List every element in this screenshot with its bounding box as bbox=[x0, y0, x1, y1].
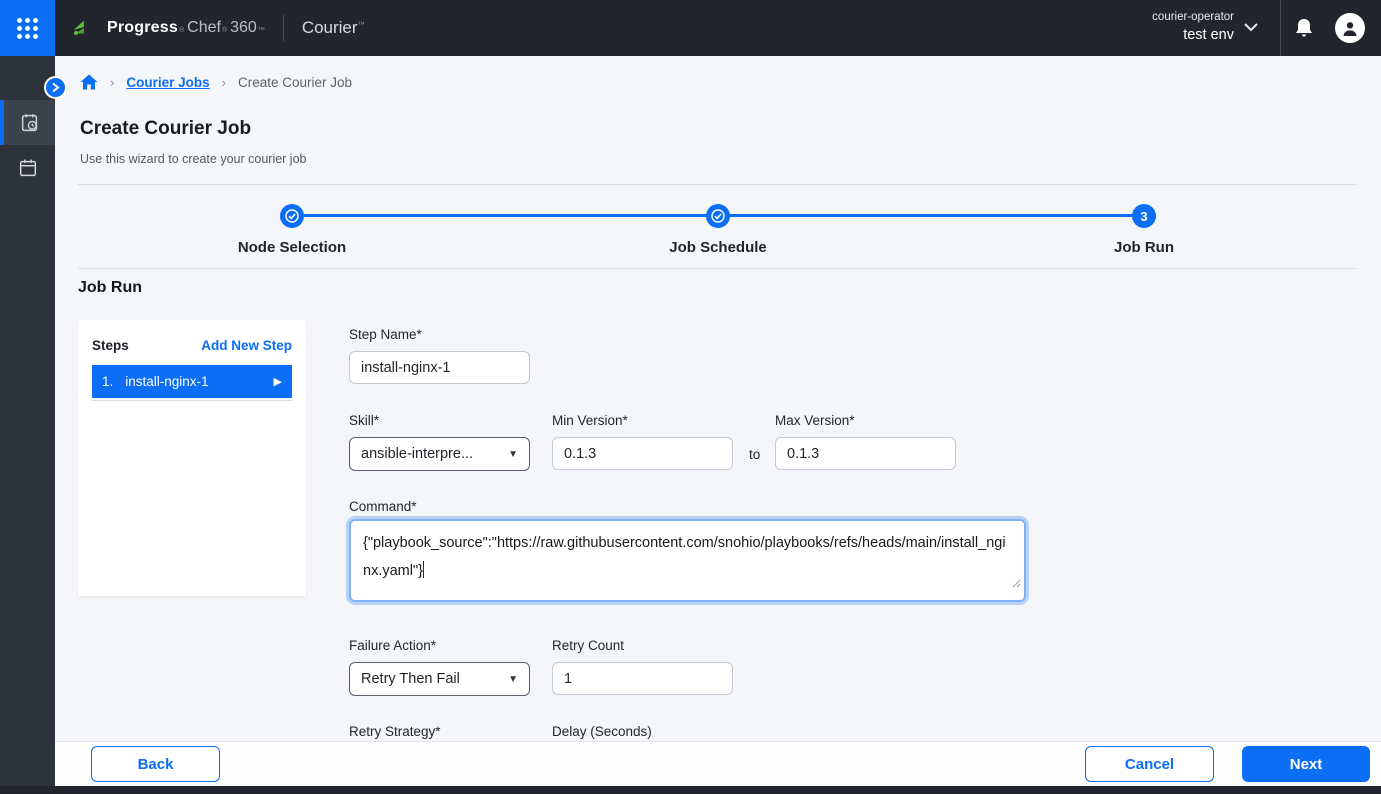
step-label-job-schedule: Job Schedule bbox=[618, 239, 818, 256]
brand-logo bbox=[71, 17, 93, 39]
step-list-item[interactable]: 1. install-nginx-1 ▶ bbox=[92, 365, 292, 398]
max-version-label: Max Version* bbox=[775, 413, 855, 428]
brand-progress: Progress bbox=[107, 19, 178, 37]
text-cursor bbox=[423, 561, 425, 578]
step-job-schedule[interactable] bbox=[706, 204, 730, 228]
breadcrumb-courier-jobs[interactable]: Courier Jobs bbox=[126, 75, 209, 90]
failure-action-label: Failure Action* bbox=[349, 638, 436, 653]
divider bbox=[78, 268, 1357, 269]
cancel-button[interactable]: Cancel bbox=[1085, 746, 1214, 782]
step-item-index: 1. bbox=[102, 374, 113, 389]
check-circle-icon bbox=[285, 209, 299, 223]
breadcrumb: › Courier Jobs › Create Courier Job bbox=[80, 74, 352, 90]
retry-count-label: Retry Count bbox=[552, 638, 624, 653]
step-name-label: Step Name* bbox=[349, 327, 422, 342]
sidebar-item-schedule[interactable] bbox=[0, 145, 55, 190]
command-label: Command* bbox=[349, 499, 417, 514]
step-name-input[interactable] bbox=[349, 351, 530, 384]
app-launcher-button[interactable] bbox=[0, 0, 55, 56]
notifications-button[interactable] bbox=[1281, 17, 1327, 39]
progress-logo-icon bbox=[71, 17, 93, 39]
top-header: Progress® Chef® 360™ Courier™ courier-op… bbox=[0, 0, 1381, 56]
skill-select[interactable]: ansible-interpre... ▼ bbox=[349, 437, 530, 471]
range-to-label: to bbox=[749, 447, 760, 462]
bottom-edge bbox=[0, 786, 1381, 794]
command-textarea[interactable]: {"playbook_source":"https://raw.githubus… bbox=[349, 519, 1026, 602]
account-env: test env bbox=[1152, 26, 1234, 46]
account-role: courier-operator bbox=[1152, 10, 1234, 26]
skill-select-value: ansible-interpre... bbox=[361, 446, 473, 462]
breadcrumb-current: Create Courier Job bbox=[238, 75, 352, 90]
step-number: 3 bbox=[1140, 209, 1147, 224]
delay-label: Delay (Seconds) bbox=[552, 724, 652, 739]
page-subtitle: Use this wizard to create your courier j… bbox=[80, 152, 306, 166]
sidebar-item-jobs[interactable] bbox=[0, 100, 55, 145]
main-content: › Courier Jobs › Create Courier Job Crea… bbox=[55, 56, 1381, 794]
command-value: {"playbook_source":"https://raw.githubus… bbox=[363, 535, 1006, 579]
avatar-icon bbox=[1335, 13, 1365, 43]
home-icon[interactable] bbox=[80, 74, 98, 90]
step-label-job-run: Job Run bbox=[1044, 239, 1244, 256]
brand-chef: Chef bbox=[187, 19, 221, 37]
section-title: Job Run bbox=[78, 279, 142, 297]
max-version-input[interactable] bbox=[775, 437, 956, 470]
failure-action-select[interactable]: Retry Then Fail ▼ bbox=[349, 662, 530, 696]
min-version-input[interactable] bbox=[552, 437, 733, 470]
add-new-step-link[interactable]: Add New Step bbox=[201, 338, 292, 353]
page-title: Create Courier Job bbox=[80, 118, 251, 140]
failure-action-value: Retry Then Fail bbox=[361, 671, 460, 687]
select-caret-icon: ▼ bbox=[508, 449, 518, 460]
grid-apps-icon bbox=[17, 18, 38, 39]
check-circle-icon bbox=[711, 209, 725, 223]
bell-icon bbox=[1294, 17, 1314, 39]
step-item-name: install-nginx-1 bbox=[125, 374, 208, 389]
resize-grip-icon[interactable] bbox=[1012, 570, 1021, 598]
divider bbox=[78, 184, 1357, 185]
calendar-icon bbox=[17, 157, 39, 179]
job-clipboard-clock-icon bbox=[19, 112, 41, 134]
user-menu-button[interactable] bbox=[1327, 13, 1373, 43]
step-label-node-selection: Node Selection bbox=[192, 239, 392, 256]
brand-text: Progress® Chef® 360™ bbox=[107, 19, 265, 37]
brand-360: 360 bbox=[230, 19, 257, 37]
select-caret-icon: ▼ bbox=[508, 674, 518, 685]
wizard-footer: Back Cancel Next bbox=[55, 741, 1381, 786]
steps-panel: Steps Add New Step 1. install-nginx-1 ▶ bbox=[78, 320, 306, 596]
step-job-run[interactable]: 3 bbox=[1132, 204, 1156, 228]
left-sidebar bbox=[0, 56, 55, 794]
sidebar-expand-button[interactable] bbox=[44, 76, 67, 99]
skill-label: Skill* bbox=[349, 413, 379, 428]
back-button[interactable]: Back bbox=[91, 746, 220, 782]
next-button[interactable]: Next bbox=[1242, 746, 1370, 782]
header-divider bbox=[283, 15, 284, 41]
step-node-selection[interactable] bbox=[280, 204, 304, 228]
chevron-right-icon: ▶ bbox=[274, 375, 282, 388]
steps-panel-title: Steps bbox=[92, 338, 129, 353]
min-version-label: Min Version* bbox=[552, 413, 628, 428]
product-name: Courier™ bbox=[302, 18, 365, 38]
retry-strategy-label: Retry Strategy* bbox=[349, 724, 441, 739]
account-info[interactable]: courier-operator test env bbox=[1152, 10, 1234, 45]
retry-count-input[interactable] bbox=[552, 662, 733, 695]
chevron-down-icon[interactable] bbox=[1244, 19, 1258, 37]
chevron-right-icon bbox=[51, 82, 60, 93]
